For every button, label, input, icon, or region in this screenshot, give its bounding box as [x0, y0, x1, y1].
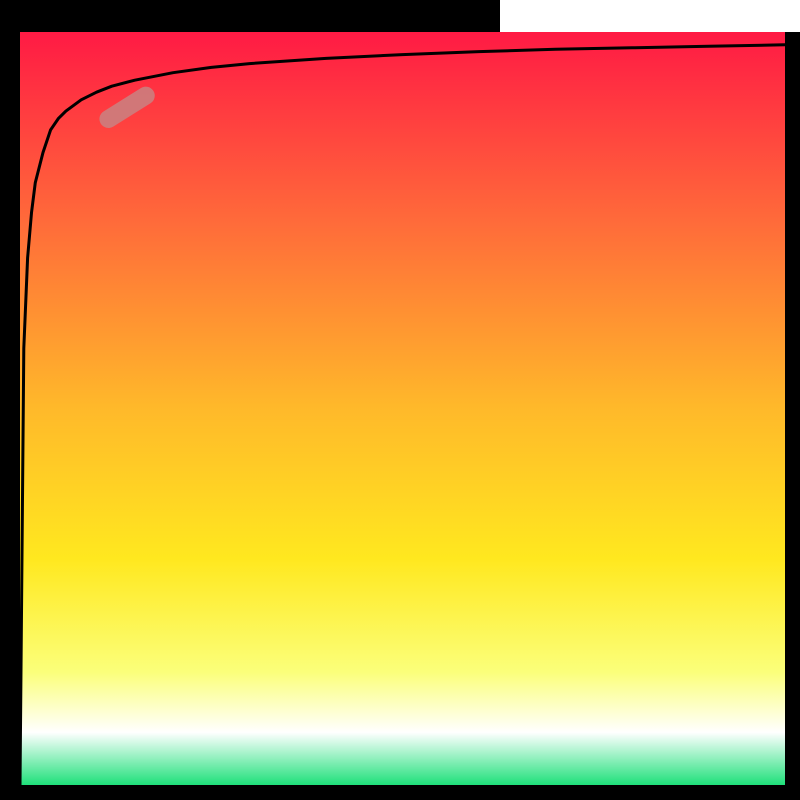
attribution-bg [500, 0, 800, 32]
bottleneck-chart [0, 0, 800, 800]
chart-plot-area [20, 32, 785, 785]
chart-container: TheBottleneck.com [0, 0, 800, 800]
